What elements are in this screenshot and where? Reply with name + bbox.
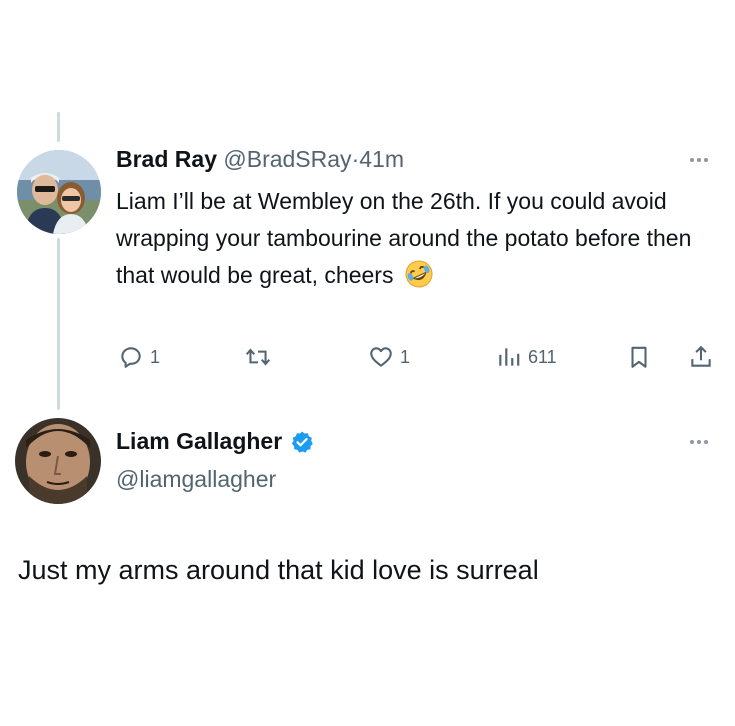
tweet-header: Brad Ray @BradSRay·41m <box>116 146 404 173</box>
views-count: 611 <box>528 346 557 367</box>
avatar-photo <box>17 150 101 234</box>
laughing-emoji-icon <box>404 259 434 300</box>
reply-author-name[interactable]: Liam Gallagher <box>116 428 282 455</box>
reply-author-handle[interactable]: @liamgallagher <box>116 466 276 493</box>
bookmark-icon <box>631 346 647 368</box>
tweet-actions-bar: 1 1 611 <box>0 340 735 376</box>
share-icon <box>691 345 711 367</box>
like-button[interactable]: 1 <box>368 344 410 370</box>
avatar-liam-gallagher[interactable] <box>15 418 101 504</box>
avatar-photo <box>15 418 101 504</box>
reply-text: Just my arms around that kid love is sur… <box>18 555 539 585</box>
thread-line-bottom <box>57 238 60 410</box>
author-name[interactable]: Brad Ray <box>116 146 217 172</box>
bookmark-button[interactable] <box>626 344 652 370</box>
retweet-button[interactable] <box>244 344 272 370</box>
heart-icon <box>370 347 392 367</box>
more-options-icon[interactable] <box>690 158 708 162</box>
author-handle[interactable]: @BradSRay <box>223 146 351 172</box>
tweet-time[interactable]: 41m <box>359 146 404 172</box>
thread-line-top <box>57 112 60 142</box>
share-button[interactable] <box>688 344 714 370</box>
verified-badge-icon <box>292 431 313 453</box>
more-options-icon-2[interactable] <box>690 440 708 444</box>
reply-author-name-row: Liam Gallagher <box>116 428 314 455</box>
reply-icon <box>121 347 141 368</box>
views-button[interactable]: 611 <box>496 344 557 370</box>
like-count: 1 <box>400 346 411 367</box>
retweet-icon <box>245 348 271 366</box>
reply-count: 1 <box>150 346 161 367</box>
analytics-icon <box>499 348 520 366</box>
reply-button[interactable]: 1 <box>118 344 160 370</box>
tweet-text: Liam I’ll be at Wembley on the 26th. If … <box>116 183 716 300</box>
avatar-brad-ray[interactable] <box>17 150 101 234</box>
